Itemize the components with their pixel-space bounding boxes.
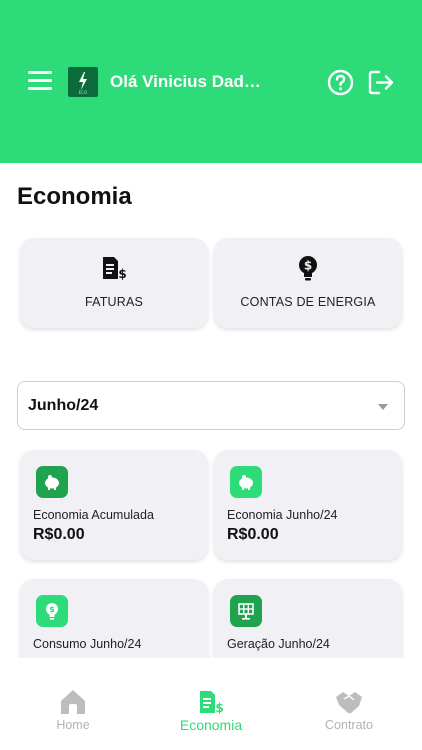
nav-contrato-label: Contrato: [325, 718, 373, 732]
nav-economia[interactable]: $ Economia: [151, 672, 271, 750]
stats-grid: Economia Acumulada R$0.00 Economia Junho…: [0, 440, 422, 658]
bottom-nav: Home $ Economia Contrato: [0, 672, 422, 750]
logout-icon[interactable]: [367, 69, 395, 96]
stat-label: Geração Junho/24: [227, 637, 330, 651]
svg-text:$: $: [49, 605, 55, 614]
svg-text:$: $: [304, 259, 312, 273]
stat-card-geracao[interactable]: Geração Junho/24: [214, 579, 402, 658]
page-title: Economia: [17, 183, 132, 210]
help-icon[interactable]: [327, 69, 354, 96]
lightbulb-dollar-icon: $: [294, 254, 322, 282]
invoice-dollar-icon: $: [197, 688, 225, 716]
stat-card-economia-acumulada[interactable]: Economia Acumulada R$0.00: [20, 450, 208, 560]
stat-label: Economia Junho/24: [227, 508, 338, 522]
svg-text:$: $: [118, 267, 126, 281]
nav-economia-label: Economia: [179, 717, 243, 733]
faturas-button[interactable]: $ FATURAS: [20, 238, 208, 328]
lightbulb-dollar-icon: $: [36, 595, 68, 627]
piggy-bank-icon: [36, 466, 68, 498]
month-select-value: Junho/24: [28, 397, 99, 414]
app-header: ECO Olá Vinicius Dad…: [0, 0, 422, 163]
nav-home[interactable]: Home: [13, 672, 133, 750]
stat-card-consumo[interactable]: $ Consumo Junho/24: [20, 579, 208, 658]
faturas-label: FATURAS: [84, 295, 144, 309]
stat-label: Consumo Junho/24: [33, 637, 142, 651]
nav-contrato[interactable]: Contrato: [289, 672, 409, 750]
stat-value: R$0.00: [33, 526, 85, 543]
contas-de-energia-label: CONTAS DE ENERGIA: [240, 295, 376, 309]
piggy-bank-icon: [230, 466, 262, 498]
stat-value: R$0.00: [227, 526, 279, 543]
home-icon: [59, 688, 87, 716]
svg-text:$: $: [215, 701, 223, 715]
stat-card-economia-mes[interactable]: Economia Junho/24 R$0.00: [214, 450, 402, 560]
hamburger-menu-icon[interactable]: [28, 71, 52, 91]
contas-de-energia-button[interactable]: $ CONTAS DE ENERGIA: [214, 238, 402, 328]
user-greeting: Olá Vinicius Dad…: [110, 72, 261, 91]
company-logo: ECO: [68, 67, 98, 97]
solar-panel-icon: [230, 595, 262, 627]
chevron-down-icon: [378, 404, 388, 410]
stat-label: Economia Acumulada: [33, 508, 154, 522]
invoice-dollar-icon: $: [100, 254, 128, 282]
handshake-icon: [335, 688, 363, 716]
nav-home-label: Home: [56, 718, 90, 732]
month-select[interactable]: Junho/24: [17, 381, 405, 430]
svg-text:ECO: ECO: [79, 90, 87, 95]
